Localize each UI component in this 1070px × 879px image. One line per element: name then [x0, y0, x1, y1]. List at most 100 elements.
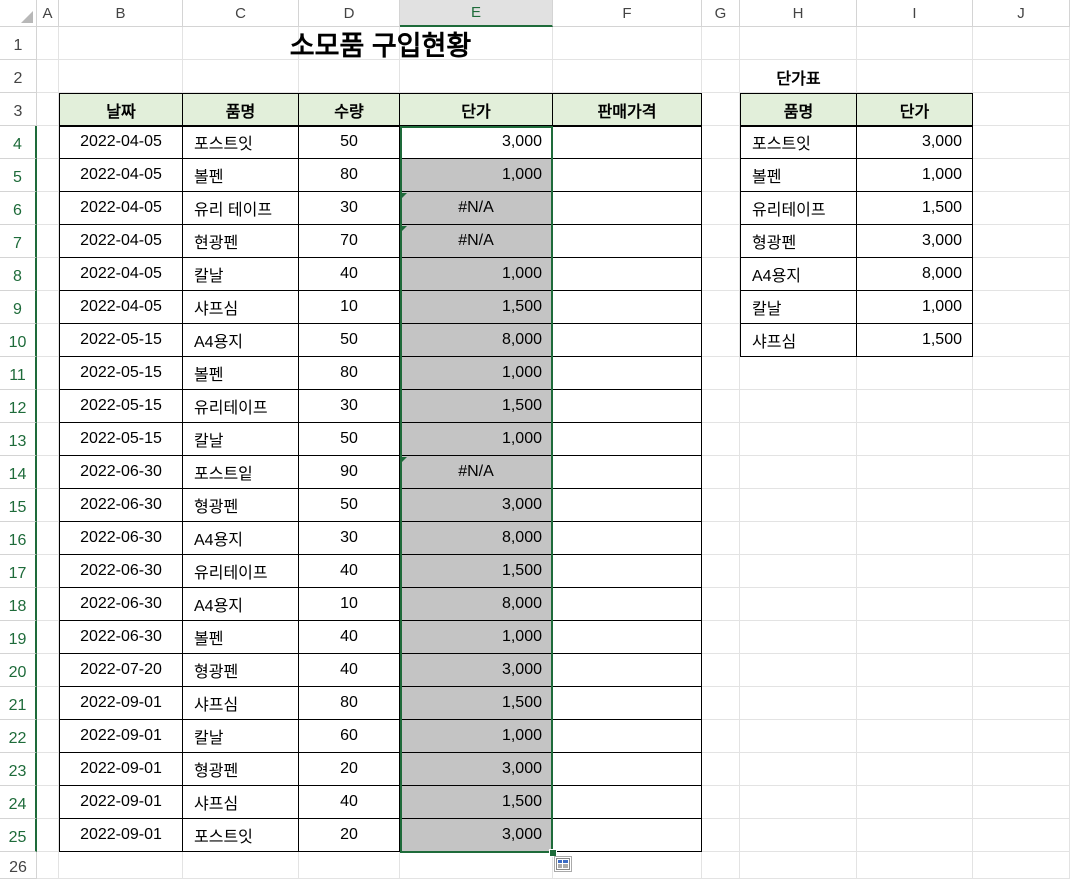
column-header-b[interactable]: B	[59, 0, 183, 27]
table-cell-date[interactable]: 2022-05-15	[59, 323, 183, 357]
table-cell-unit-price[interactable]: 3,000	[399, 818, 553, 852]
table-cell-unit-price[interactable]: 3,000	[399, 125, 553, 159]
table-cell-item[interactable]: 포스트잍	[182, 455, 299, 489]
table-cell-sale-price[interactable]	[552, 356, 702, 390]
table-cell-unit-price[interactable]: 1,000	[399, 422, 553, 456]
select-all-button[interactable]	[0, 0, 37, 27]
table-cell-unit-price[interactable]: 1,500	[399, 686, 553, 720]
table-cell-unit-price[interactable]: 3,000	[399, 653, 553, 687]
row-header-6[interactable]: 6	[0, 192, 37, 225]
row-header-23[interactable]: 23	[0, 753, 37, 786]
table-cell-sale-price[interactable]	[552, 620, 702, 654]
column-header-j[interactable]: J	[973, 0, 1070, 27]
table-cell-date[interactable]: 2022-06-30	[59, 554, 183, 588]
row-header-20[interactable]: 20	[0, 654, 37, 687]
table-cell-unit-price[interactable]: 1,000	[399, 257, 553, 291]
table-cell-qty[interactable]: 30	[298, 389, 400, 423]
price-cell-unit-price[interactable]: 1,500	[856, 323, 973, 357]
table-cell-qty[interactable]: 80	[298, 356, 400, 390]
price-cell-item[interactable]: 형광펜	[740, 224, 857, 258]
table-cell-item[interactable]: 포스트잇	[182, 125, 299, 159]
table-cell-item[interactable]: 유리 테이프	[182, 191, 299, 225]
table-cell-unit-price[interactable]: 1,500	[399, 290, 553, 324]
column-header-f[interactable]: F	[553, 0, 702, 27]
table-cell-qty[interactable]: 30	[298, 191, 400, 225]
table-cell-qty[interactable]: 40	[298, 620, 400, 654]
table-cell-unit-price[interactable]: 1,500	[399, 389, 553, 423]
row-header-18[interactable]: 18	[0, 588, 37, 621]
table-cell-date[interactable]: 2022-06-30	[59, 587, 183, 621]
table-cell-item[interactable]: A4용지	[182, 521, 299, 555]
table-cell-sale-price[interactable]	[552, 125, 702, 159]
row-header-19[interactable]: 19	[0, 621, 37, 654]
table-cell-qty[interactable]: 90	[298, 455, 400, 489]
table-header-qty[interactable]: 수량	[298, 93, 400, 127]
column-header-d[interactable]: D	[299, 0, 400, 27]
table-cell-date[interactable]: 2022-09-01	[59, 719, 183, 753]
price-cell-unit-price[interactable]: 1,500	[856, 191, 973, 225]
table-cell-item[interactable]: 형광펜	[182, 752, 299, 786]
table-cell-qty[interactable]: 20	[298, 752, 400, 786]
table-cell-item[interactable]: 칼날	[182, 422, 299, 456]
price-cell-item[interactable]: 포스트잇	[740, 125, 857, 159]
table-cell-qty[interactable]: 50	[298, 488, 400, 522]
table-cell-qty[interactable]: 50	[298, 323, 400, 357]
table-cell-sale-price[interactable]	[552, 488, 702, 522]
price-header-item[interactable]: 품명	[740, 93, 857, 127]
table-cell-unit-price[interactable]: 3,000	[399, 488, 553, 522]
row-header-15[interactable]: 15	[0, 489, 37, 522]
table-cell-sale-price[interactable]	[552, 653, 702, 687]
table-cell-unit-price[interactable]: 3,000	[399, 752, 553, 786]
table-header-date[interactable]: 날짜	[59, 93, 183, 127]
table-cell-sale-price[interactable]	[552, 587, 702, 621]
column-header-e[interactable]: E	[400, 0, 553, 27]
table-cell-qty[interactable]: 70	[298, 224, 400, 258]
table-cell-date[interactable]: 2022-04-05	[59, 290, 183, 324]
table-cell-sale-price[interactable]	[552, 521, 702, 555]
table-cell-qty[interactable]: 10	[298, 587, 400, 621]
table-cell-unit-price[interactable]: 1,500	[399, 785, 553, 819]
table-cell-qty[interactable]: 50	[298, 422, 400, 456]
table-cell-qty[interactable]: 40	[298, 257, 400, 291]
table-cell-sale-price[interactable]	[552, 191, 702, 225]
price-cell-unit-price[interactable]: 1,000	[856, 158, 973, 192]
column-header-i[interactable]: I	[857, 0, 973, 27]
table-cell-date[interactable]: 2022-09-01	[59, 818, 183, 852]
row-header-3[interactable]: 3	[0, 93, 37, 126]
row-header-16[interactable]: 16	[0, 522, 37, 555]
row-header-7[interactable]: 7	[0, 225, 37, 258]
table-cell-date[interactable]: 2022-06-30	[59, 521, 183, 555]
row-header-21[interactable]: 21	[0, 687, 37, 720]
table-cell-item[interactable]: A4용지	[182, 323, 299, 357]
table-cell-unit-price[interactable]: 8,000	[399, 323, 553, 357]
table-cell-item[interactable]: 유리테이프	[182, 389, 299, 423]
table-cell-qty[interactable]: 40	[298, 653, 400, 687]
table-cell-sale-price[interactable]	[552, 752, 702, 786]
row-header-10[interactable]: 10	[0, 324, 37, 357]
table-cell-unit-price[interactable]: 8,000	[399, 587, 553, 621]
table-cell-sale-price[interactable]	[552, 719, 702, 753]
price-cell-item[interactable]: 유리테이프	[740, 191, 857, 225]
table-cell-date[interactable]: 2022-05-15	[59, 356, 183, 390]
table-cell-date[interactable]: 2022-04-05	[59, 125, 183, 159]
table-cell-item[interactable]: 포스트잇	[182, 818, 299, 852]
column-header-h[interactable]: H	[740, 0, 857, 27]
row-header-22[interactable]: 22	[0, 720, 37, 753]
table-cell-unit-price[interactable]: 8,000	[399, 521, 553, 555]
table-cell-item[interactable]: 샤프심	[182, 686, 299, 720]
table-cell-date[interactable]: 2022-05-15	[59, 422, 183, 456]
row-header-1[interactable]: 1	[0, 27, 37, 60]
table-cell-item[interactable]: 유리테이프	[182, 554, 299, 588]
row-header-4[interactable]: 4	[0, 126, 37, 159]
price-cell-item[interactable]: A4용지	[740, 257, 857, 291]
column-header-a[interactable]: A	[37, 0, 59, 27]
row-header-5[interactable]: 5	[0, 159, 37, 192]
table-cell-item[interactable]: 현광펜	[182, 224, 299, 258]
row-header-17[interactable]: 17	[0, 555, 37, 588]
table-cell-date[interactable]: 2022-09-01	[59, 785, 183, 819]
table-cell-date[interactable]: 2022-09-01	[59, 686, 183, 720]
table-cell-sale-price[interactable]	[552, 554, 702, 588]
price-cell-unit-price[interactable]: 8,000	[856, 257, 973, 291]
row-header-8[interactable]: 8	[0, 258, 37, 291]
table-cell-item[interactable]: 볼펜	[182, 158, 299, 192]
